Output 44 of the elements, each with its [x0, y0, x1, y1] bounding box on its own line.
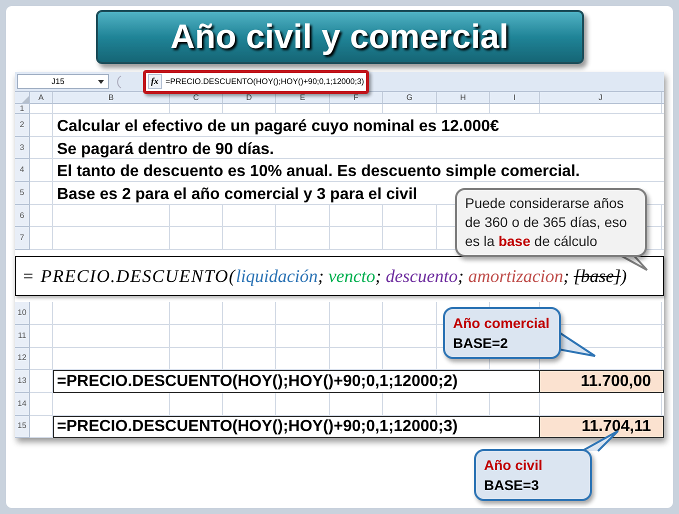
callout-title: Año comercial [453, 314, 550, 333]
fx-button[interactable]: fx [148, 74, 162, 90]
column-header[interactable]: I [490, 92, 540, 103]
row-number: 15 [18, 420, 26, 432]
formula-cell: =PRECIO.DESCUENTO(HOY();HOY()+90;0,1;12000;2) [53, 370, 540, 393]
row-number: 14 [18, 398, 26, 410]
row-number: 7 [20, 232, 24, 244]
column-header[interactable]: G [383, 92, 437, 103]
function-syntax: = PRECIO.DESCUENTO(liquidación; vencto; descuento; amortizacion; [base]) [22, 264, 627, 288]
column-header[interactable]: E [276, 92, 330, 103]
callout-text: Puede considerarse años de 360 o de 365 días, eso es la base de cálculo [465, 194, 628, 251]
column-header[interactable]: B [53, 92, 170, 103]
formula-cell: =PRECIO.DESCUENTO(HOY();HOY()+90;0,1;12000;3) [53, 416, 540, 438]
result-cell: 11.704,11 [540, 416, 664, 438]
column-header[interactable]: C [170, 92, 223, 103]
row-number: 6 [20, 210, 24, 222]
row-number: 2 [20, 118, 24, 131]
cell-text: Calcular el efectivo de un pagaré cuyo nominal es 12.000€ [57, 117, 499, 137]
column-header[interactable]: F [330, 92, 383, 103]
row-number: 1 [20, 102, 24, 114]
column-header[interactable]: D [223, 92, 276, 103]
cell-text: Base es 2 para el año comercial y 3 para el civil [57, 185, 418, 206]
column-header[interactable]: J [540, 92, 662, 103]
callout-text: BASE=2 [453, 334, 509, 353]
cell-reference: J15 [50, 76, 66, 88]
column-header[interactable]: H [437, 92, 490, 103]
cell-text: Se pagará dentro de 90 días. [57, 140, 274, 160]
slide-title: Año civil y comercial [170, 16, 509, 58]
name-box[interactable]: J15 [17, 74, 109, 89]
row-number: 12 [18, 352, 26, 364]
row-number: 3 [20, 142, 24, 154]
callout-title: Año civil [484, 456, 544, 475]
formula-input[interactable]: fx =PRECIO.DESCUENTO(HOY();HOY()+90;0,1;12000;3) [143, 70, 369, 94]
row-number: 13 [18, 375, 26, 388]
row-number: 4 [20, 164, 24, 176]
dropdown-icon[interactable] [98, 80, 104, 84]
result-cell: 11.700,00 [540, 370, 664, 393]
row-number: 10 [18, 306, 26, 319]
column-header[interactable]: A [30, 92, 53, 103]
formula-text: =PRECIO.DESCUENTO(HOY();HOY()+90;0,1;12000;3) [166, 76, 364, 88]
cell-text: El tanto de descuento es 10% anual. Es descuento simple comercial. [57, 162, 580, 182]
callout-text: BASE=3 [484, 476, 540, 495]
row-number: 11 [18, 330, 26, 342]
row-number: 5 [20, 186, 24, 199]
